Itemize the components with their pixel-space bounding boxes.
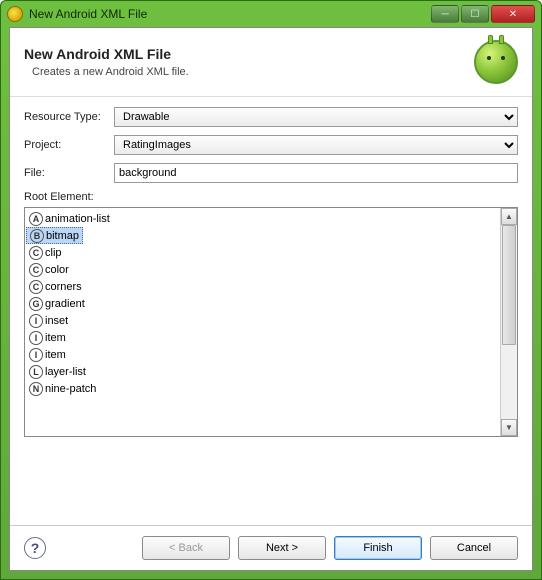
- resource-type-label: Resource Type:: [24, 111, 114, 123]
- page-subtitle: Creates a new Android XML file.: [32, 66, 189, 78]
- list-item-label: item: [45, 349, 66, 361]
- android-icon: [474, 40, 518, 84]
- titlebar[interactable]: New Android XML File ─ ☐ ✕: [1, 1, 541, 27]
- cancel-button[interactable]: Cancel: [430, 536, 518, 560]
- maximize-button[interactable]: ☐: [461, 5, 489, 23]
- element-letter-icon: C: [29, 246, 43, 260]
- app-icon: [7, 6, 23, 22]
- list-item-label: gradient: [45, 298, 85, 310]
- element-letter-icon: C: [29, 280, 43, 294]
- list-item[interactable]: Nnine-patch: [25, 380, 500, 397]
- scroll-down-button[interactable]: ▼: [501, 419, 517, 436]
- next-button[interactable]: Next >: [238, 536, 326, 560]
- list-item[interactable]: Ggradient: [25, 295, 500, 312]
- list-item-label: animation-list: [45, 213, 110, 225]
- element-letter-icon: N: [29, 382, 43, 396]
- resource-type-select[interactable]: Drawable: [114, 107, 518, 127]
- file-label: File:: [24, 167, 114, 179]
- element-letter-icon: I: [29, 331, 43, 345]
- element-letter-icon: B: [30, 229, 44, 243]
- form-area: Resource Type: Drawable Project: RatingI…: [10, 97, 532, 189]
- list-item-label: bitmap: [46, 230, 79, 242]
- list-item-label: inset: [45, 315, 68, 327]
- button-bar: ? < Back Next > Finish Cancel: [10, 525, 532, 570]
- list-item-label: corners: [45, 281, 82, 293]
- minimize-button[interactable]: ─: [431, 5, 459, 23]
- back-button[interactable]: < Back: [142, 536, 230, 560]
- wizard-header: New Android XML File Creates a new Andro…: [10, 28, 532, 97]
- list-item[interactable]: Ccorners: [25, 278, 500, 295]
- project-select[interactable]: RatingImages: [114, 135, 518, 155]
- help-icon[interactable]: ?: [24, 537, 46, 559]
- element-letter-icon: I: [29, 348, 43, 362]
- list-item[interactable]: Cclip: [25, 244, 500, 261]
- scrollbar[interactable]: ▲ ▼: [500, 208, 517, 436]
- dialog-window: New Android XML File ─ ☐ ✕ New Android X…: [0, 0, 542, 580]
- element-letter-icon: G: [29, 297, 43, 311]
- list-item[interactable]: Aanimation-list: [25, 210, 500, 227]
- list-item[interactable]: Ccolor: [25, 261, 500, 278]
- list-item[interactable]: Iitem: [25, 346, 500, 363]
- list-item[interactable]: Iinset: [25, 312, 500, 329]
- close-button[interactable]: ✕: [491, 5, 535, 23]
- list-item-label: clip: [45, 247, 62, 259]
- list-item-label: item: [45, 332, 66, 344]
- list-item[interactable]: Llayer-list: [25, 363, 500, 380]
- root-element-label: Root Element:: [10, 189, 532, 207]
- page-title: New Android XML File: [24, 46, 189, 62]
- project-label: Project:: [24, 139, 114, 151]
- list-item-label: color: [45, 264, 69, 276]
- scroll-thumb[interactable]: [502, 225, 516, 345]
- scroll-up-button[interactable]: ▲: [501, 208, 517, 225]
- root-element-list-inner[interactable]: Aanimation-listBbitmapCclipCcolorCcorner…: [25, 208, 500, 436]
- finish-button[interactable]: Finish: [334, 536, 422, 560]
- list-item[interactable]: Bbitmap: [26, 227, 83, 244]
- file-input[interactable]: [114, 163, 518, 183]
- client-area: New Android XML File Creates a new Andro…: [9, 27, 533, 571]
- root-element-list: Aanimation-listBbitmapCclipCcolorCcorner…: [24, 207, 518, 437]
- list-item-label: nine-patch: [45, 383, 96, 395]
- element-letter-icon: L: [29, 365, 43, 379]
- element-letter-icon: C: [29, 263, 43, 277]
- element-letter-icon: I: [29, 314, 43, 328]
- element-letter-icon: A: [29, 212, 43, 226]
- window-title: New Android XML File: [29, 7, 431, 21]
- list-item[interactable]: Iitem: [25, 329, 500, 346]
- list-item-label: layer-list: [45, 366, 86, 378]
